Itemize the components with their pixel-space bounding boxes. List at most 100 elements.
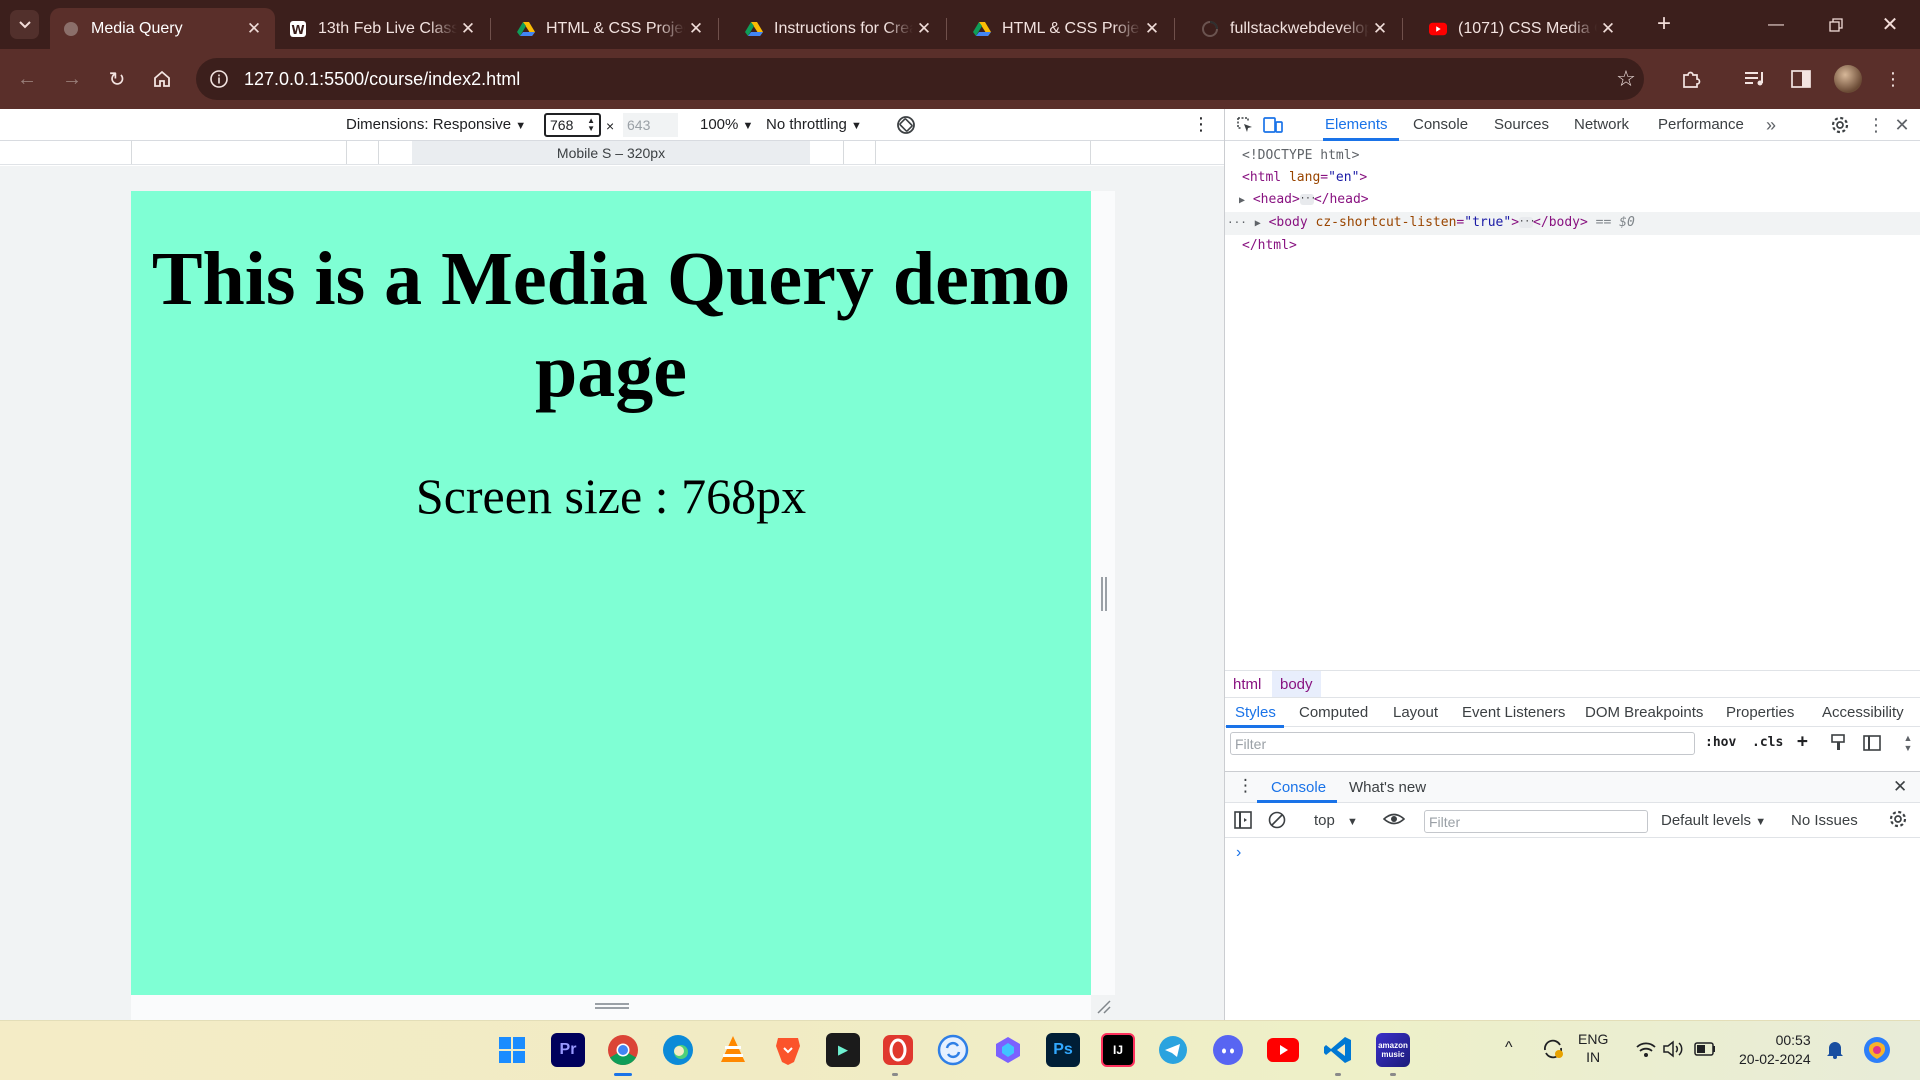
close-icon[interactable]: ✕ (913, 19, 935, 39)
console-filter-input[interactable]: Filter (1424, 810, 1648, 833)
drawer-tab-whats-new[interactable]: What's new (1349, 779, 1426, 796)
dom-node-doctype[interactable]: <!DOCTYPE html> (1225, 145, 1920, 167)
hov-toggle[interactable]: :hov (1705, 735, 1736, 750)
capcut-icon[interactable]: ▶ (826, 1033, 860, 1067)
reload-button[interactable]: ↻ (102, 64, 132, 94)
console-settings-gear-icon[interactable] (1889, 810, 1907, 832)
media-query-mobile-s[interactable]: Mobile S – 320px (412, 141, 810, 164)
rotate-button[interactable] (894, 113, 918, 141)
sync-icon[interactable] (936, 1033, 970, 1067)
close-devtools-icon[interactable]: ✕ (1891, 114, 1913, 136)
extensions-button[interactable] (1676, 64, 1706, 94)
close-icon[interactable]: ✕ (1141, 19, 1163, 39)
tab-properties[interactable]: Properties (1726, 704, 1794, 721)
address-bar[interactable]: 127.0.0.1:5500/course/index2.html (196, 58, 1644, 100)
tray-overflow-icon[interactable]: ^ (1505, 1039, 1513, 1057)
profile-avatar[interactable] (1834, 65, 1862, 93)
tab-sources[interactable]: Sources (1494, 116, 1549, 133)
drawer-menu-icon[interactable]: ⋮ (1237, 776, 1254, 796)
more-tabs-icon[interactable]: » (1760, 114, 1782, 136)
restore-button[interactable] (1806, 0, 1866, 49)
clear-console-icon[interactable] (1268, 811, 1286, 833)
bookmark-button[interactable]: ☆ (1611, 64, 1641, 94)
more-vertical-icon[interactable]: ⋮ (1865, 114, 1887, 136)
corner-resize-icon[interactable] (1095, 998, 1111, 1014)
context-dropdown[interactable]: top ▼ (1314, 812, 1358, 829)
dimensions-dropdown[interactable]: Dimensions: Responsive ▼ (346, 116, 526, 133)
premiere-pro-icon[interactable]: Pr (551, 1033, 585, 1067)
sidebar-toggle-icon[interactable] (1861, 732, 1883, 754)
battery-icon[interactable] (1694, 1042, 1716, 1059)
scroll-arrows-icon[interactable]: ▲ ▼ (1897, 732, 1919, 754)
media-controls-button[interactable] (1740, 64, 1770, 94)
tab-instructions[interactable]: Instructions for Creat ✕ (733, 8, 945, 49)
zoom-dropdown[interactable]: 100% ▼ (700, 116, 753, 133)
tab-project-2[interactable]: HTML & CSS Project ✕ (961, 8, 1173, 49)
ellipsis-badge[interactable]: ··· (1299, 194, 1316, 205)
side-panel-button[interactable] (1786, 64, 1816, 94)
sync-status-icon[interactable] (1540, 1038, 1566, 1063)
back-button[interactable]: ← (12, 64, 42, 94)
brave-icon[interactable] (771, 1033, 805, 1067)
opera-icon[interactable] (881, 1033, 915, 1067)
close-icon[interactable]: ✕ (457, 19, 479, 39)
breadcrumb-html[interactable]: html (1225, 671, 1269, 697)
intellij-icon[interactable]: IJ (1101, 1033, 1135, 1067)
device-more-button[interactable]: ⋮ (1192, 114, 1210, 135)
tab-event-listeners[interactable]: Event Listeners (1462, 704, 1565, 721)
height-input[interactable]: 643 (623, 113, 678, 137)
throttling-dropdown[interactable]: No throttling ▼ (766, 116, 862, 133)
close-icon[interactable]: ✕ (243, 19, 265, 39)
tab-fullstack[interactable]: fullstackwebdevelopi ✕ (1189, 8, 1401, 49)
dom-node-body[interactable]: ··· ▶ <body cz-shortcut-listen="true">··… (1225, 212, 1920, 235)
windows-start-icon[interactable] (495, 1033, 529, 1067)
amazon-music-icon[interactable]: amazon music (1376, 1033, 1410, 1067)
forward-button[interactable]: → (57, 64, 87, 94)
copilot-pre-icon[interactable] (1862, 1035, 1892, 1068)
chrome-icon[interactable] (606, 1033, 640, 1067)
live-expression-eye-icon[interactable] (1382, 810, 1406, 832)
site-info-icon[interactable] (206, 66, 232, 92)
telegram-icon[interactable] (1156, 1033, 1190, 1067)
discord-icon[interactable] (1211, 1033, 1245, 1067)
vscode-icon[interactable] (1321, 1033, 1355, 1067)
console-prompt-icon[interactable]: › (1236, 844, 1241, 862)
tab-styles[interactable]: Styles (1235, 704, 1276, 721)
youtube-icon[interactable] (1266, 1033, 1300, 1067)
drawer-tab-console[interactable]: Console (1271, 779, 1326, 796)
inspect-element-icon[interactable] (1234, 114, 1256, 136)
language-indicator[interactable]: ENG IN (1578, 1030, 1608, 1066)
tab-search-button[interactable] (10, 10, 39, 39)
settings-gear-icon[interactable] (1829, 114, 1851, 136)
triangle-right-icon[interactable]: ▶ (1239, 195, 1245, 206)
clock[interactable]: 00:53 20-02-2024 (1739, 1031, 1811, 1069)
close-icon[interactable]: ✕ (685, 19, 707, 39)
tab-computed[interactable]: Computed (1299, 704, 1368, 721)
wifi-icon[interactable] (1635, 1040, 1657, 1061)
styles-filter-input[interactable]: Filter (1230, 732, 1695, 755)
notification-bell-icon[interactable] (1826, 1039, 1844, 1062)
dom-node-head[interactable]: ▶ <head>···</head> (1225, 189, 1920, 212)
tab-accessibility[interactable]: Accessibility (1822, 704, 1904, 721)
volume-icon[interactable] (1662, 1040, 1684, 1061)
tab-performance[interactable]: Performance (1658, 116, 1744, 133)
console-sidebar-icon[interactable] (1234, 811, 1252, 833)
tab-console[interactable]: Console (1413, 116, 1468, 133)
stepper-icon[interactable]: ▲ ▼ (587, 117, 595, 133)
tab-dom-breakpoints[interactable]: DOM Breakpoints (1585, 704, 1703, 721)
issues-counter[interactable]: No Issues (1791, 812, 1858, 829)
vlc-icon[interactable] (716, 1033, 750, 1067)
log-levels-dropdown[interactable]: Default levels ▼ (1661, 812, 1766, 829)
browser-menu-button[interactable]: ⋮ (1878, 64, 1908, 94)
dom-node-html-close[interactable]: </html> (1225, 235, 1920, 257)
tab-live-class[interactable]: W 13th Feb Live Class Ja ✕ (277, 8, 489, 49)
paint-brush-icon[interactable] (1827, 732, 1849, 754)
close-icon[interactable]: ✕ (1597, 19, 1619, 39)
ellipsis-badge[interactable]: ··· (1519, 217, 1535, 228)
tab-elements[interactable]: Elements (1325, 116, 1388, 133)
new-tab-button[interactable]: + (1650, 10, 1678, 38)
copilot-icon[interactable] (991, 1033, 1025, 1067)
width-input[interactable]: 768 ▲ ▼ (544, 113, 601, 137)
photoshop-icon[interactable]: Ps (1046, 1033, 1080, 1067)
breadcrumb-body[interactable]: body (1272, 671, 1321, 697)
